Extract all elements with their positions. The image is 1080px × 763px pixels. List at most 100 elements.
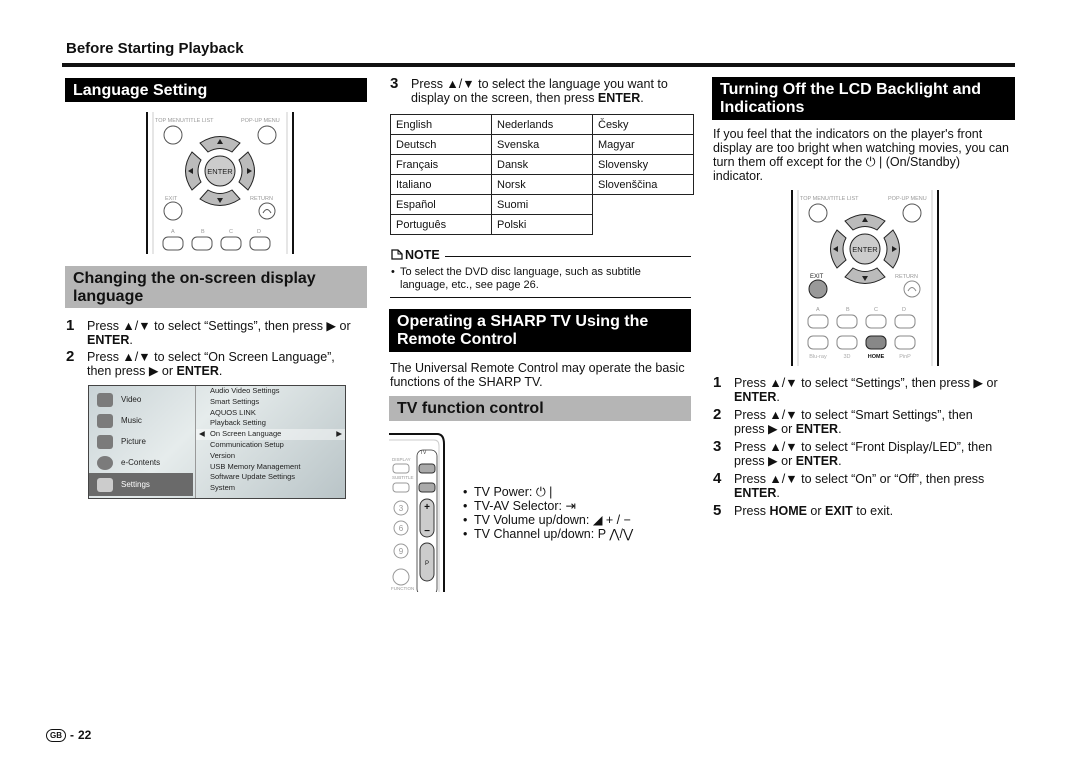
display-button[interactable] [392,463,410,474]
menu-item-picture[interactable]: Picture [89,431,193,452]
top-menu-button[interactable] [808,203,828,223]
pinp-button[interactable] [894,335,916,350]
exit-button[interactable] [163,201,183,221]
music-icon [97,413,113,428]
language-cell: Nederlands [491,114,593,135]
top-menu-button[interactable] [163,125,183,145]
step-bold: ENTER [734,486,777,500]
tv-function-heading: TV function control [389,396,691,421]
submenu-item[interactable]: Audio Video Settings [196,386,345,397]
menu-item-e-contents[interactable]: e-Contents [89,452,193,473]
language-row: Deutsch Svenska Magyar [390,134,694,155]
language-cell: Svenska [491,134,593,155]
step-text: Press ▲/▼ to select “Settings”, then pre… [734,376,998,390]
step-number: 5 [713,502,722,519]
step-bold-2: EXIT [825,504,853,518]
empty-cell [593,215,694,235]
step-text: Press ▲/▼ to select “On” or “Off”, then … [734,472,985,486]
submenu-item[interactable]: AQUOS LINK [196,408,345,419]
submenu-item-selected[interactable]: ◀ On Screen Language ▶ [196,429,345,440]
popup-menu-button[interactable] [257,125,277,145]
language-cell: Italiano [390,174,492,195]
b-button[interactable] [191,236,213,251]
step-number: 2 [713,406,722,423]
exit-button[interactable] [808,279,828,299]
tv-power-button[interactable] [418,463,436,474]
b-button[interactable] [836,314,858,329]
left-arrow-icon: ◀ [199,429,205,439]
step-bold: ENTER [734,390,777,404]
popup-menu-button[interactable] [902,203,922,223]
menu-item-video[interactable]: Video [89,389,193,410]
step-text-end: . [129,333,133,347]
menu-label: e-Contents [121,458,161,467]
down-arrow-button[interactable] [844,267,886,284]
submenu-item[interactable]: Communication Setup [196,440,345,451]
step-bold: ENTER [176,364,219,378]
tv-volume-item: TV Volume up/down: ◢ + / − [463,513,693,527]
c-label: C [874,307,878,313]
tv-function-list: TV Power: ⏻ | TV-AV Selector: ⇥ TV Volum… [463,485,693,541]
globe-icon [97,455,113,470]
step-text-end: . [640,91,644,105]
return-button[interactable] [258,202,276,220]
picture-icon [97,434,113,449]
3d-button[interactable] [836,335,858,350]
submenu-item[interactable]: Version [196,451,345,462]
home-label: HOME [868,354,885,360]
submenu-item[interactable]: Smart Settings [196,397,345,408]
c-button[interactable] [220,236,242,251]
right-arrow-button[interactable] [238,151,255,191]
pinp-label: PinP [899,354,911,360]
step-1: 1 Press ▲/▼ to select “Settings”, then p… [713,375,1018,408]
b-label: B [201,229,205,235]
submenu-label: On Screen Language [210,429,282,439]
submenu-item[interactable]: System [196,483,345,494]
d-button[interactable] [894,314,916,329]
step-2: 2 Press ▲/▼ to select “Smart Settings”, … [713,406,1003,440]
submenu-item[interactable]: Playback Setting [196,418,345,429]
menu-item-music[interactable]: Music [89,410,193,431]
language-cell: Magyar [592,134,694,155]
home-button[interactable] [865,335,887,350]
step-3: 3 Press ▲/▼ to select “Front Display/LED… [713,439,1018,472]
changing-language-heading: Changing the on-screen display language [65,266,367,308]
d-label: D [902,307,906,313]
number-label: 3 [399,504,404,513]
c-button[interactable] [865,314,887,329]
language-cell: Norsk [491,174,593,195]
remote-home-illustration: TOP MENU/TITLE LIST POP-UP MENU ENTER EX… [791,190,939,366]
tv-av-selector-button[interactable] [418,482,436,493]
submenu-item[interactable]: Software Update Settings [196,472,345,483]
d-button[interactable] [249,236,271,251]
region-badge-icon: GB [46,728,66,742]
step-text-end: . [218,364,223,378]
up-arrow-button[interactable] [199,136,241,153]
exit-label: EXIT [165,196,178,202]
language-row: Italiano Norsk Slovenščina [390,174,694,195]
step-number: 3 [390,75,399,92]
function-button[interactable] [392,568,410,586]
submenu-item[interactable]: USB Memory Management [196,462,345,473]
a-button[interactable] [807,314,829,329]
a-button[interactable] [162,236,184,251]
right-arrow-button[interactable] [883,229,900,269]
language-row: Français Dansk Slovensky [390,154,694,175]
language-row: English Nederlands Česky [390,114,694,135]
left-arrow-button[interactable] [830,229,847,269]
left-arrow-button[interactable] [185,151,202,191]
return-button[interactable] [903,280,921,298]
blu-ray-button[interactable] [807,335,829,350]
language-row: Português Polski [390,214,694,235]
menu-item-settings[interactable]: Settings [89,473,193,496]
exit-label: EXIT [810,274,824,280]
down-arrow-button[interactable] [199,189,241,206]
up-arrow-button[interactable] [844,214,886,231]
step-3: 3 Press ▲/▼ to select the language you w… [390,75,690,105]
subtitle-button[interactable] [392,482,410,493]
language-cell: English [390,114,492,135]
empty-cell [593,195,694,215]
step-5: 5 Press HOME or EXIT to exit. [713,502,1018,522]
lcd-backlight-steps: 1 Press ▲/▼ to select “Settings”, then p… [713,375,1018,522]
note-rule [445,256,691,257]
